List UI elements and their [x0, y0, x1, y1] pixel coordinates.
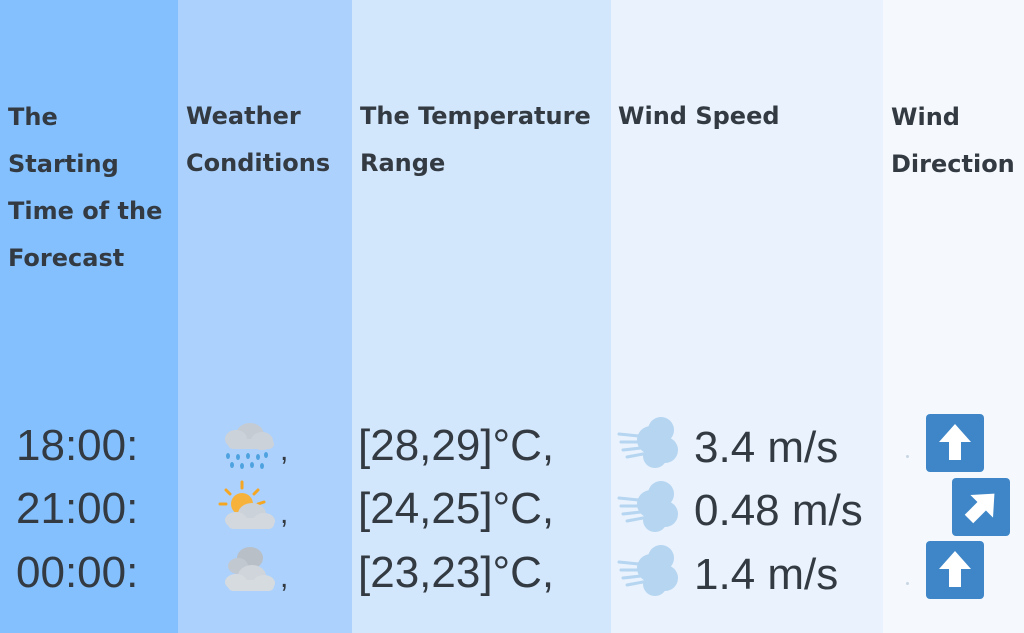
- divider-dot: [906, 582, 909, 585]
- header-conditions: Weather Conditions: [186, 102, 331, 177]
- wind-icon: [617, 412, 681, 472]
- cloudy-icon: [216, 540, 278, 600]
- header-wind-direction: Wind Direction: [891, 103, 1015, 178]
- arrow-up-icon: [926, 414, 984, 472]
- wind-icon: [617, 540, 681, 600]
- time-cell: 18:00:: [16, 421, 139, 470]
- partly-sunny-icon: [216, 478, 278, 538]
- condition-separator: ,: [280, 434, 289, 467]
- arrow-up-right-icon: [952, 478, 1010, 536]
- forecast-table: The Starting Time of the Forecast Weathe…: [0, 0, 1024, 633]
- divider-dot: [906, 455, 909, 458]
- wind-speed-cell: 0.48 m/s: [694, 486, 863, 535]
- temperature-cell: [24,25]°C,: [358, 484, 555, 533]
- rain-cloud-icon: [216, 411, 278, 471]
- condition-separator: ,: [280, 497, 289, 530]
- wind-speed-cell: 3.4 m/s: [694, 423, 839, 472]
- time-cell: 21:00:: [16, 484, 139, 533]
- temperature-cell: [23,23]°C,: [358, 548, 555, 597]
- arrow-up-icon: [926, 541, 984, 599]
- wind-icon: [617, 476, 681, 536]
- temperature-cell: [28,29]°C,: [358, 421, 555, 470]
- condition-separator: ,: [280, 561, 289, 594]
- header-temperature: The Temperature Range: [360, 102, 591, 177]
- header-start-time: The Starting Time of the Forecast: [8, 103, 163, 272]
- header-wind-speed: Wind Speed: [618, 102, 780, 130]
- wind-speed-cell: 1.4 m/s: [694, 550, 839, 599]
- time-cell: 00:00:: [16, 548, 139, 597]
